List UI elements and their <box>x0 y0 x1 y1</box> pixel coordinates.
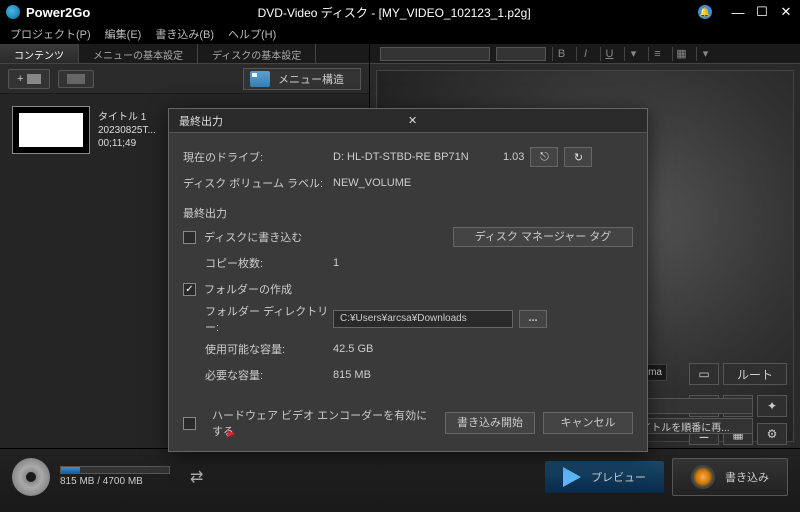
free-space-value: 42.5 GB <box>333 343 373 355</box>
menubar: プロジェクト(P) 編集(E) 書き込み(B) ヘルプ(H) <box>0 24 800 44</box>
needed-space-value: 815 MB <box>333 369 371 381</box>
play-icon <box>563 467 581 487</box>
cancel-button[interactable]: キャンセル <box>543 412 633 434</box>
burn-disc-checkbox[interactable] <box>183 231 196 244</box>
clip-thumbnail <box>12 106 90 154</box>
hw-encoder-checkbox[interactable] <box>183 417 196 430</box>
close-button[interactable]: ✕ <box>778 5 794 19</box>
burn-disc-label: ディスクに書き込む <box>204 229 302 245</box>
film-icon <box>27 74 41 84</box>
bold-button[interactable]: B <box>552 47 570 61</box>
left-tabs: コンテンツ メニューの基本設定 ディスクの基本設定 <box>0 44 369 64</box>
tab-menu-settings[interactable]: メニューの基本設定 <box>79 44 198 63</box>
app-logo-icon <box>6 5 20 19</box>
size-select[interactable] <box>496 47 546 61</box>
free-space-label: 使用可能な容量: <box>205 341 333 357</box>
minimize-button[interactable]: — <box>730 5 746 19</box>
menu-project[interactable]: プロジェクト(P) <box>4 24 97 44</box>
italic-button[interactable]: I <box>576 47 594 61</box>
disc-icon <box>12 458 50 496</box>
footer: 815 MB / 4700 MB ⇄ プレビュー 書き込み <box>0 448 800 504</box>
volume-label: ディスク ボリューム ラベル: <box>183 175 333 191</box>
directory-input[interactable]: C:¥Users¥arcsa¥Downloads <box>333 310 513 328</box>
final-output-dialog: 最終出力 ✕ 現在のドライブ: D: HL-DT-STBD-RE BP71N 1… <box>168 108 648 452</box>
tab-disc-settings[interactable]: ディスクの基本設定 <box>198 44 316 63</box>
create-folder-label: フォルダーの作成 <box>204 281 292 297</box>
burn-button[interactable]: 書き込み <box>672 458 788 496</box>
clip-title: タイトル 1 <box>98 108 156 123</box>
window-title: DVD-Video ディスク - [MY_VIDEO_102123_1.p2g] <box>90 4 698 21</box>
swap-button[interactable]: ⇄ <box>190 467 203 487</box>
border-button[interactable]: ▦ <box>672 47 690 61</box>
menu-structure-label: メニュー構造 <box>278 71 344 87</box>
add-media-button[interactable]: + <box>8 69 50 89</box>
underline-button[interactable]: U <box>600 47 618 61</box>
notification-bell-icon[interactable]: 🔔 <box>698 5 712 19</box>
menu-structure-icon <box>250 71 270 87</box>
menu-burn[interactable]: 書き込み(B) <box>149 24 220 44</box>
font-select[interactable] <box>380 47 490 61</box>
output-section-header: 最終出力 <box>183 205 633 221</box>
browse-button[interactable]: ... <box>519 310 547 328</box>
tab-content[interactable]: コンテンツ <box>0 44 79 63</box>
directory-label: フォルダー ディレクトリー: <box>205 303 333 335</box>
color-button[interactable]: ▾ <box>624 47 642 61</box>
rect-icon <box>67 74 85 84</box>
maximize-button[interactable]: ☐ <box>754 5 770 19</box>
menu-structure-button[interactable]: メニュー構造 <box>243 68 361 90</box>
start-burn-button[interactable]: 書き込み開始 <box>445 412 535 434</box>
thumb-layout-button[interactable]: ▭ <box>689 363 719 385</box>
preview-button[interactable]: プレビュー <box>545 461 664 493</box>
drive-label: 現在のドライブ: <box>183 149 333 165</box>
format-bar: B I U ▾ ≡ ▦ ▾ <box>370 44 800 64</box>
root-button[interactable]: ルート <box>723 363 787 385</box>
capacity-bar <box>60 466 170 474</box>
app-name: Power2Go <box>26 5 90 20</box>
hw-encoder-label: ハードウェア ビデオ エンコーダーを有効にする <box>212 407 437 439</box>
refresh-drive-button[interactable]: ↻ <box>564 147 592 167</box>
menu-help[interactable]: ヘルプ(H) <box>222 24 282 44</box>
align-button[interactable]: ≡ <box>648 47 666 61</box>
layout-button[interactable] <box>58 70 94 88</box>
copies-value: 1 <box>333 257 339 269</box>
volume-value: NEW_VOLUME <box>333 177 411 189</box>
capacity-text: 815 MB / 4700 MB <box>60 476 170 487</box>
needed-space-label: 必要な容量: <box>205 367 333 383</box>
titlebar: Power2Go DVD-Video ディスク - [MY_VIDEO_1021… <box>0 0 800 24</box>
clip-date: 20230825T... <box>98 125 156 136</box>
drive-settings-button[interactable]: ⎋ <box>530 147 558 167</box>
create-folder-checkbox[interactable]: ✓ <box>183 283 196 296</box>
dialog-close-button[interactable]: ✕ <box>408 114 637 127</box>
menu-edit[interactable]: 編集(E) <box>99 24 148 44</box>
drive-value: D: HL-DT-STBD-RE BP71N <box>333 151 493 163</box>
copies-label: コピー枚数: <box>205 255 333 271</box>
more-button[interactable]: ▾ <box>696 47 714 61</box>
burn-disc-icon <box>691 465 715 489</box>
clip-duration: 00;11;49 <box>98 138 156 149</box>
disc-manager-tag-button[interactable]: ディスク マネージャー タグ <box>453 227 633 247</box>
drive-version: 1.03 <box>503 151 524 163</box>
dialog-title: 最終出力 <box>179 113 408 129</box>
